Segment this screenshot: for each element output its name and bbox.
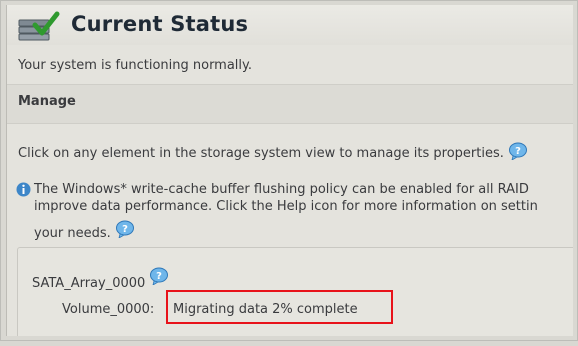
svg-text:?: ? xyxy=(515,146,521,157)
array-name-text: SATA_Array_0000 xyxy=(32,276,146,291)
help-icon[interactable]: ? xyxy=(115,220,135,238)
help-icon[interactable]: ? xyxy=(508,142,528,160)
manage-instruction-text: Click on any element in the storage syst… xyxy=(18,146,504,161)
info-line-1: The Windows* write-cache buffer flushing… xyxy=(34,182,529,197)
svg-text:?: ? xyxy=(157,271,163,282)
manage-title: Manage xyxy=(18,94,76,109)
info-line-3: your needs. ? xyxy=(34,220,135,242)
volume-label[interactable]: Volume_0000: xyxy=(62,302,154,317)
help-icon[interactable]: ? xyxy=(149,267,169,285)
migration-status-highlight xyxy=(166,290,393,324)
page-title: Current Status xyxy=(71,12,249,36)
info-line-3-text: your needs. xyxy=(34,226,111,241)
array-name[interactable]: SATA_Array_0000 ? xyxy=(32,267,169,291)
storage-check-icon xyxy=(18,11,60,41)
manage-section-header xyxy=(7,84,573,124)
info-icon xyxy=(16,182,31,197)
svg-text:?: ? xyxy=(122,224,128,235)
manage-instruction: Click on any element in the storage syst… xyxy=(18,142,528,161)
status-panel: Current Status Your system is functionin… xyxy=(6,5,573,336)
info-line-2: improve data performance. Click the Help… xyxy=(34,199,538,214)
system-status-message: Your system is functioning normally. xyxy=(18,58,253,73)
